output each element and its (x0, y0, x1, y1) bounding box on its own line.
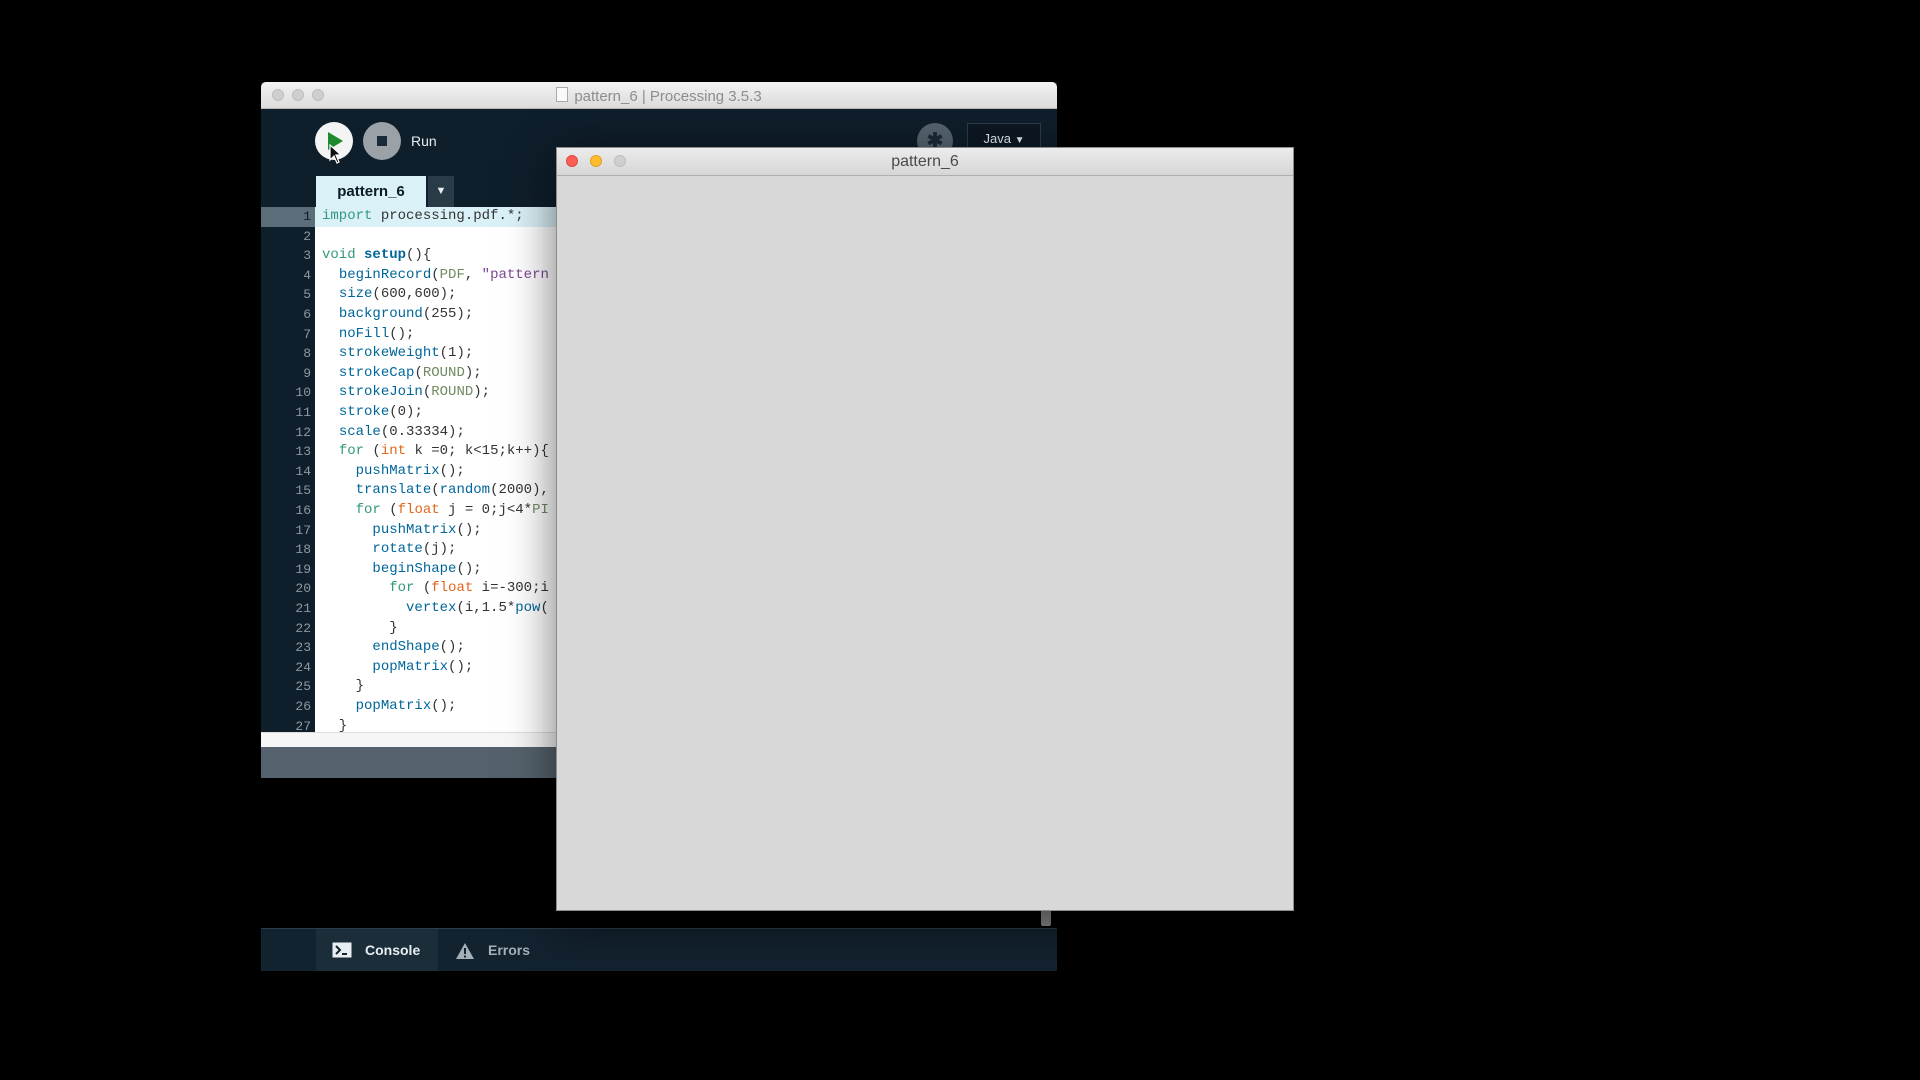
code-line[interactable]: noFill(); (322, 325, 415, 345)
code-line[interactable]: rotate(j); (322, 540, 456, 560)
code-line[interactable]: size(600,600); (322, 285, 457, 305)
sketch-titlebar[interactable]: pattern_6 (557, 148, 1293, 176)
warning-icon (456, 943, 474, 959)
code-line[interactable]: endShape(); (322, 638, 464, 658)
code-line[interactable]: strokeWeight(1); (322, 344, 473, 364)
line-number: 20 (295, 581, 311, 597)
code-line[interactable]: for (int k =0; k<15;k++){ (322, 442, 549, 462)
line-number: 16 (295, 503, 311, 518)
code-line[interactable]: beginRecord(PDF, "pattern (322, 266, 549, 286)
mouse-cursor-icon (329, 144, 343, 164)
document-icon (556, 87, 569, 102)
sketch-canvas[interactable] (557, 176, 1293, 910)
sketch-title: pattern_6 (891, 153, 959, 170)
window-title-text: pattern_6 | Processing 3.5.3 (574, 88, 762, 105)
line-number: 2 (303, 228, 311, 244)
line-number: 23 (295, 640, 311, 656)
line-number: 25 (295, 679, 311, 695)
footer-tabs: Console Errors (261, 928, 1057, 971)
errors-tab-label: Errors (488, 942, 531, 958)
code-line[interactable]: } (322, 717, 347, 732)
code-line[interactable]: for (float j = 0;j<4*PI (322, 501, 549, 521)
line-number: 5 (303, 287, 311, 303)
line-number: 9 (303, 365, 311, 381)
line-number: 3 (303, 248, 311, 264)
line-number: 8 (303, 346, 311, 362)
line-number-gutter: 1 2 3 4 5 6 7 8 9 10 11 12 13 14 15 16 17 18 19 20 21 22 23 24 2… (261, 207, 315, 732)
code-line[interactable]: beginShape(); (322, 560, 481, 580)
stop-button[interactable] (363, 122, 401, 160)
code-line[interactable]: pushMatrix(); (322, 462, 465, 482)
tab-errors[interactable]: Errors (439, 929, 551, 971)
code-line[interactable]: popMatrix(); (322, 697, 457, 717)
tab-menu-button[interactable]: ▼ (428, 176, 454, 207)
code-line[interactable]: pushMatrix(); (322, 521, 481, 541)
line-number: 1 (261, 207, 315, 227)
run-label: Run (411, 133, 437, 149)
line-number: 21 (295, 601, 311, 616)
code-line[interactable]: strokeCap(ROUND); (322, 364, 482, 384)
code-line[interactable]: popMatrix(); (322, 658, 473, 678)
sketch-window: pattern_6 (556, 147, 1294, 911)
line-number: 26 (295, 699, 311, 714)
line-number: 11 (295, 405, 311, 420)
code-line[interactable]: } (322, 619, 397, 639)
line-number: 7 (303, 326, 311, 342)
mode-label: Java (983, 131, 1011, 146)
line-number: 27 (295, 718, 311, 732)
code-line[interactable]: vertex(i,1.5*pow( (322, 599, 549, 619)
console-tab-label: Console (365, 942, 421, 958)
line-number: 15 (295, 483, 311, 499)
ide-titlebar[interactable]: pattern_6 | Processing 3.5.3 (261, 82, 1057, 109)
line-number: 17 (295, 522, 311, 538)
line-number: 22 (295, 620, 311, 636)
tab-console[interactable]: Console (316, 929, 438, 971)
code-line[interactable]: } (322, 677, 364, 697)
code-line[interactable]: stroke(0); (322, 403, 423, 423)
code-line[interactable]: strokeJoin(ROUND); (322, 383, 490, 403)
line-number: 6 (303, 307, 311, 322)
line-number: 13 (295, 444, 311, 460)
line-number: 18 (295, 542, 311, 558)
line-number: 4 (303, 267, 311, 283)
line-number: 10 (295, 385, 311, 401)
code-line[interactable]: background(255); (322, 305, 473, 325)
code-line[interactable]: void setup(){ (322, 246, 431, 266)
code-line[interactable]: translate(random(2000), (322, 481, 549, 501)
line-number: 24 (295, 659, 311, 675)
tab-pattern-6[interactable]: pattern_6 (316, 176, 426, 207)
console-icon (332, 942, 352, 958)
code-line[interactable]: for (float i=-300;i (322, 579, 549, 599)
line-number: 19 (295, 561, 311, 577)
line-number: 12 (295, 424, 311, 440)
code-line[interactable]: scale(0.33334); (322, 423, 465, 443)
stop-icon (377, 136, 387, 146)
chevron-down-icon: ▼ (1014, 135, 1025, 146)
window-title: pattern_6 | Processing 3.5.3 (261, 87, 1057, 105)
line-number: 14 (295, 463, 311, 479)
